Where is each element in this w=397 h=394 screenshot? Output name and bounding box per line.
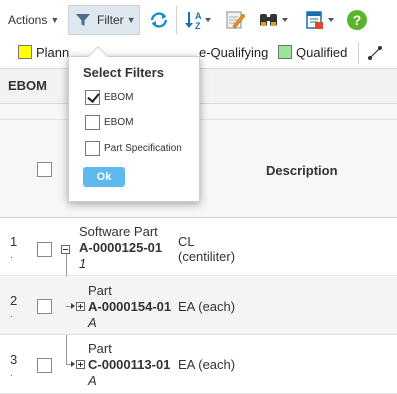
table-row[interactable]: 3 . Part C-0000113-01 A EA (each) — [0, 336, 397, 394]
filter-option-label: Part Specification — [104, 142, 182, 154]
unit-of-measure: EA (each) — [178, 357, 236, 372]
legend-label-planned: Plann — [36, 45, 70, 60]
legend-label-pre-qualifying: e-Qualifying — [199, 45, 269, 60]
legend-swatch-qualified — [278, 45, 292, 59]
row-checkbox[interactable] — [37, 358, 52, 373]
row-index: 1 — [10, 234, 18, 249]
tree-arrow-icon — [71, 303, 75, 309]
find-binoculars-icon[interactable] — [258, 9, 290, 31]
part-version: A — [88, 373, 97, 388]
chevron-down-icon: ▼ — [50, 15, 60, 25]
table-row[interactable]: 1 . Software Part A-0000125-01 1 CL (cen… — [0, 218, 397, 276]
filter-option-ebom-1[interactable]: EBOM — [85, 88, 133, 106]
unit-of-measure: EA (each) — [178, 299, 236, 314]
filter-option-label: EBOM — [104, 91, 134, 103]
sort-az-icon[interactable]: A Z — [184, 9, 212, 31]
actions-label: Actions — [8, 13, 48, 27]
actions-menu[interactable]: Actions ▼ — [8, 5, 59, 35]
filter-option-label: EBOM — [104, 116, 134, 128]
part-number-link[interactable]: C-0000113-01 — [88, 357, 170, 372]
part-version: A — [88, 315, 97, 330]
toolbar-divider — [176, 6, 177, 34]
tree-arrow-icon — [71, 361, 75, 367]
row-dot: . — [10, 368, 13, 379]
row-dot: . — [10, 250, 13, 261]
expand-toggle-icon[interactable] — [76, 360, 85, 369]
filter-checkbox[interactable] — [85, 114, 100, 130]
refresh-icon[interactable] — [148, 9, 170, 31]
legend-swatch-planned — [18, 45, 32, 59]
edit-note-icon[interactable] — [224, 9, 246, 31]
filter-label: Filter — [97, 13, 124, 27]
row-index: 3 — [10, 352, 18, 367]
view-options-icon[interactable] — [304, 9, 336, 31]
expand-toggle-icon[interactable] — [76, 302, 85, 311]
ok-button[interactable]: Ok — [83, 167, 125, 187]
legend-divider — [358, 42, 359, 64]
popover-title: Select Filters — [83, 65, 164, 80]
part-version: 1 — [79, 256, 87, 271]
filter-button[interactable]: Filter ▼ — [68, 5, 140, 35]
svg-text:Z: Z — [195, 21, 201, 31]
filter-checkbox-checked[interactable] — [85, 89, 100, 105]
help-icon[interactable]: ? — [346, 9, 368, 31]
legend-label-qualified: Qualified — [296, 45, 348, 60]
svg-text:A: A — [195, 11, 202, 21]
select-all-checkbox[interactable] — [37, 162, 52, 177]
row-dot: . — [10, 309, 13, 320]
part-type: Software Part — [79, 224, 158, 239]
filter-option-part-specification[interactable]: Part Specification — [85, 139, 182, 157]
table-row[interactable]: 2 . Part A-0000154-01 A EA (each) — [0, 277, 397, 335]
part-type: Part — [88, 283, 112, 298]
filter-checkbox[interactable] — [85, 140, 100, 156]
column-header-description[interactable]: Description — [266, 163, 338, 178]
part-number-link[interactable]: A-0000154-01 — [88, 299, 171, 314]
toolbar: Actions ▼ Filter ▼ A Z ? — [0, 0, 397, 40]
filter-popover: Select Filters EBOM EBOM Part Specificat… — [68, 46, 200, 202]
part-number-link[interactable]: A-0000125-01 — [79, 240, 162, 255]
row-checkbox[interactable] — [37, 299, 52, 314]
row-checkbox[interactable] — [37, 242, 52, 257]
filter-funnel-icon — [76, 14, 90, 26]
collapse-toggle-icon[interactable] — [61, 245, 70, 254]
part-type: Part — [88, 341, 112, 356]
connector-icon[interactable] — [366, 44, 384, 62]
chevron-down-icon: ▼ — [126, 15, 136, 25]
table-title: EBOM — [8, 78, 47, 93]
filter-option-ebom-2[interactable]: EBOM — [85, 113, 133, 131]
unit-of-measure: CL (centiliter) — [178, 234, 236, 264]
svg-text:?: ? — [353, 12, 362, 28]
row-index: 2 — [10, 293, 18, 308]
